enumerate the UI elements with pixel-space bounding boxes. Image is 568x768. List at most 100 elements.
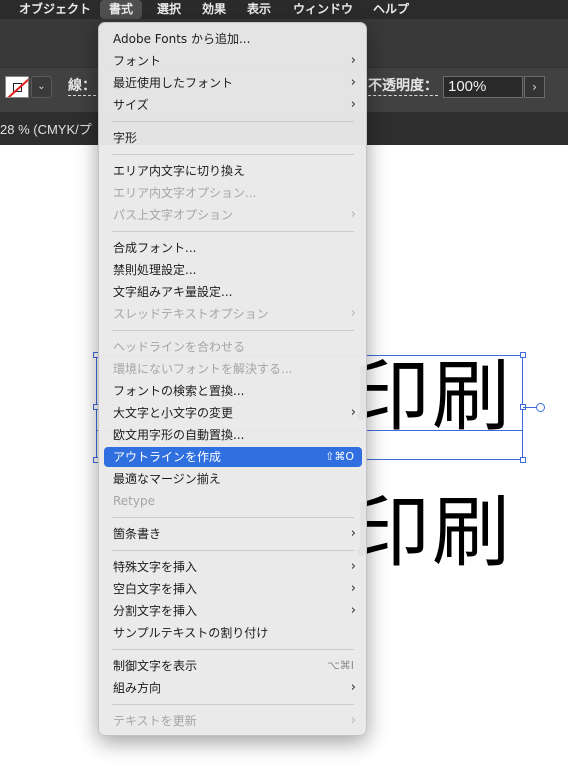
menu-item-label: 欧文用字形の自動置換... <box>113 428 245 442</box>
menu-item-label: ヘッドラインを合わせる <box>113 340 246 354</box>
chevron-right-icon: › <box>350 680 356 695</box>
menu-item-label: フォント <box>113 54 162 68</box>
menu-item-smart-punctuation[interactable]: 欧文用字形の自動置換... <box>104 425 362 445</box>
menu-separator <box>112 121 354 122</box>
stroke-color-swatch[interactable] <box>5 76 29 98</box>
menu-item-label: パス上文字オプション <box>113 208 234 222</box>
selection-handle-bottom-right[interactable] <box>520 457 526 463</box>
menu-separator <box>112 231 354 232</box>
menu-item-type-on-path-options: パス上文字オプション › <box>104 205 362 225</box>
menu-item-recent-fonts[interactable]: 最近使用したフォント › <box>104 73 362 93</box>
menu-item-find-replace-font[interactable]: フォントの検索と置換... <box>104 381 362 401</box>
chevron-right-icon: › <box>350 97 356 112</box>
chevron-right-icon: › <box>350 559 356 574</box>
menu-item-show-hidden-characters[interactable]: 制御文字を表示 ⌥⌘I <box>104 656 362 676</box>
menubar-item-select[interactable]: 選択 <box>157 0 181 19</box>
menu-separator <box>112 330 354 331</box>
menu-item-mojikumi-settings[interactable]: 文字組みアキ量設定... <box>104 282 362 302</box>
menu-item-label: 分割文字を挿入 <box>113 604 198 618</box>
chevron-right-icon: › <box>350 581 356 596</box>
menu-item-shortcut: ⇧⌘O <box>325 450 354 463</box>
chevron-right-icon: › <box>350 603 356 618</box>
menu-item-fill-placeholder-text[interactable]: サンプルテキストの割り付け <box>104 623 362 643</box>
menu-item-label: アウトラインを作成 <box>113 450 222 464</box>
menu-item-insert-special-character[interactable]: 特殊文字を挿入 › <box>104 557 362 577</box>
menu-separator <box>112 154 354 155</box>
opacity-expand-button[interactable]: › <box>524 76 545 98</box>
menu-item-label: 箇条書き <box>113 527 162 541</box>
type-menu-dropdown: Adobe Fonts から追加... フォント › 最近使用したフォント › … <box>98 22 367 736</box>
document-tab-title[interactable]: 28 % (CMYK/プ <box>0 119 92 138</box>
menu-item-label: スレッドテキストオプション <box>113 307 269 321</box>
chevron-right-icon: › <box>350 75 356 90</box>
menu-item-label: エリア内文字に切り換え <box>113 164 246 178</box>
menu-item-resolve-missing-fonts: 環境にないフォントを解決する... <box>104 359 362 379</box>
chevron-down-icon: ⌄ <box>37 81 46 92</box>
menu-item-change-case[interactable]: 大文字と小文字の変更 › <box>104 403 362 423</box>
stroke-dropdown-button[interactable]: ⌄ <box>31 76 52 98</box>
menu-item-bullets[interactable]: 箇条書き › <box>104 524 362 544</box>
menu-item-add-adobe-fonts[interactable]: Adobe Fonts から追加... <box>104 29 362 49</box>
menubar-item-type[interactable]: 書式 <box>100 0 143 19</box>
menu-item-insert-whitespace[interactable]: 空白文字を挿入 › <box>104 579 362 599</box>
menu-item-size[interactable]: サイズ › <box>104 95 362 115</box>
chevron-right-icon: › <box>350 526 356 541</box>
menu-item-label: 字形 <box>113 131 138 145</box>
selection-handle-top-right[interactable] <box>520 352 526 358</box>
menu-item-threaded-text-options: スレッドテキストオプション › <box>104 304 362 324</box>
chevron-right-icon: › <box>350 306 356 321</box>
menu-item-label: サンプルテキストの割り付け <box>113 626 269 640</box>
menu-separator <box>112 550 354 551</box>
menu-item-label: 空白文字を挿入 <box>113 582 198 596</box>
chevron-right-icon: › <box>350 405 356 420</box>
menu-separator <box>112 704 354 705</box>
menu-item-label: 制御文字を表示 <box>113 659 198 673</box>
menu-item-insert-break[interactable]: 分割文字を挿入 › <box>104 601 362 621</box>
chevron-right-icon: › <box>350 713 356 728</box>
menu-item-label: 大文字と小文字の変更 <box>113 406 234 420</box>
menu-item-label: 特殊文字を挿入 <box>113 560 198 574</box>
menu-item-optical-margin-alignment[interactable]: 最適なマージン揃え <box>104 469 362 489</box>
menubar-item-effect[interactable]: 効果 <box>202 0 226 19</box>
menu-separator <box>112 517 354 518</box>
stroke-label[interactable]: 線： <box>68 78 96 96</box>
menu-item-kinsoku-settings[interactable]: 禁則処理設定... <box>104 260 362 280</box>
menu-item-label: サイズ <box>113 98 149 112</box>
menubar-item-object[interactable]: オブジェクト <box>19 0 91 19</box>
none-color-slash-icon <box>6 77 28 97</box>
menu-item-fit-headline: ヘッドラインを合わせる <box>104 337 362 357</box>
chevron-right-icon: › <box>532 80 537 94</box>
opacity-input[interactable]: 100% <box>443 76 523 98</box>
menu-item-glyphs[interactable]: 字形 <box>104 128 362 148</box>
menu-item-label: フォントの検索と置換... <box>113 384 245 398</box>
menu-item-font[interactable]: フォント › <box>104 51 362 71</box>
menu-item-composite-fonts[interactable]: 合成フォント... <box>104 238 362 258</box>
chevron-right-icon: › <box>350 53 356 68</box>
menu-item-label: 禁則処理設定... <box>113 263 197 277</box>
menu-item-label: Adobe Fonts から追加... <box>113 32 251 46</box>
menu-item-label: 環境にないフォントを解決する... <box>113 362 293 376</box>
menu-item-label: テキストを更新 <box>113 714 197 728</box>
rotation-connector <box>523 407 537 408</box>
menu-item-label: 最近使用したフォント <box>113 76 234 90</box>
menu-item-type-orientation[interactable]: 組み方向 › <box>104 678 362 698</box>
menu-item-retype: Retype <box>104 491 362 511</box>
menubar-item-help[interactable]: ヘルプ <box>373 0 409 19</box>
menu-separator <box>112 649 354 650</box>
menubar-item-window[interactable]: ウィンドウ <box>293 0 353 19</box>
menu-item-label: エリア内文字オプション... <box>113 186 257 200</box>
menu-item-label: 合成フォント... <box>113 241 197 255</box>
menu-item-update-legacy-text: テキストを更新 › <box>104 711 362 731</box>
menu-item-label: 最適なマージン揃え <box>113 472 221 486</box>
rotation-handle[interactable] <box>536 403 545 412</box>
menu-item-convert-area-type[interactable]: エリア内文字に切り換え <box>104 161 362 181</box>
chevron-right-icon: › <box>350 207 356 222</box>
menu-bar: オブジェクト 書式 選択 効果 表示 ウィンドウ ヘルプ <box>0 0 568 19</box>
menu-item-shortcut: ⌥⌘I <box>327 659 354 672</box>
menu-item-label: 組み方向 <box>113 681 162 695</box>
opacity-label[interactable]: 不透明度： <box>368 78 438 96</box>
menu-item-label: 文字組みアキ量設定... <box>113 285 233 299</box>
text-object[interactable]: 印刷 <box>352 494 512 572</box>
menu-item-create-outlines[interactable]: アウトラインを作成 ⇧⌘O <box>104 447 362 467</box>
menubar-item-view[interactable]: 表示 <box>247 0 271 19</box>
